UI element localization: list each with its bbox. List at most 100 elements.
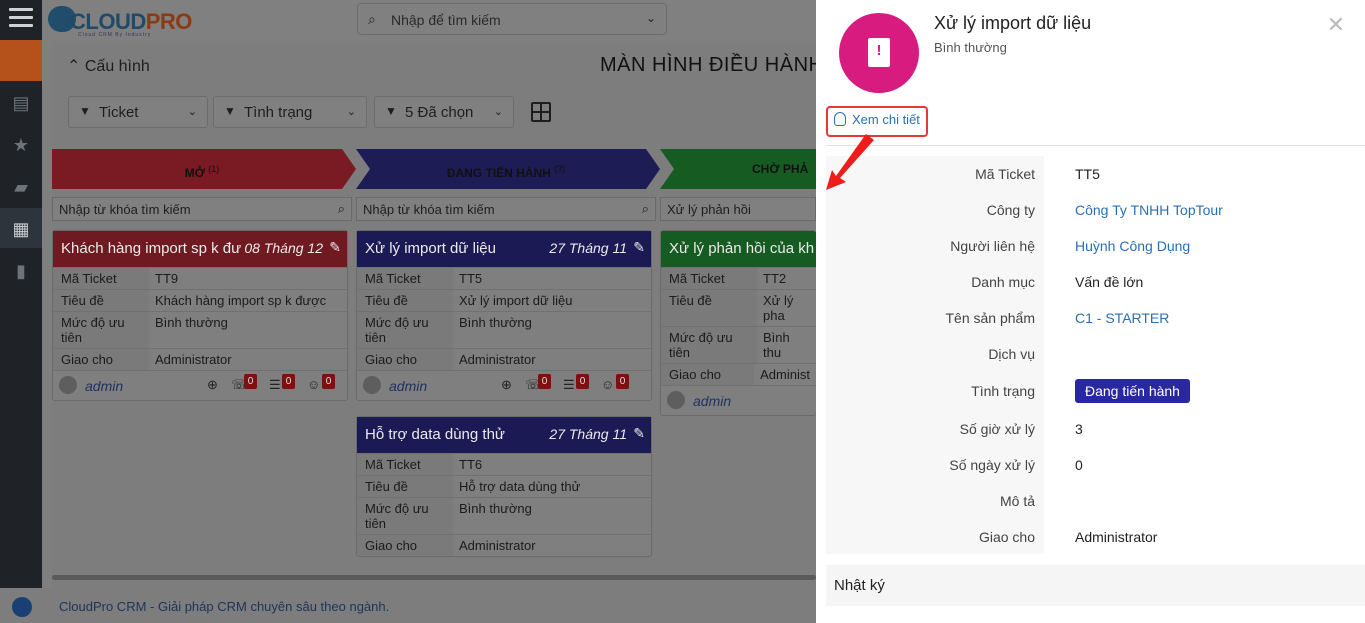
edit-icon[interactable]: ✎	[633, 239, 645, 256]
cloudpro-logo[interactable]: CLOUDPRO Cloud CRM By Industry	[48, 4, 208, 38]
activity-log-header[interactable]: Nhật ký	[826, 565, 1365, 606]
card-row: Mã Ticket TT6	[357, 453, 651, 475]
card-row: Giao cho Administrator	[53, 348, 347, 370]
edit-icon[interactable]: ✎	[633, 425, 645, 442]
detail-label: Danh mục	[971, 274, 1035, 290]
ticket-card[interactable]: Xử lý import dữ liệu 27 Tháng 11 ✎ Mã Ti…	[356, 230, 652, 401]
folder-icon[interactable]: ▰	[10, 176, 32, 198]
meeting-count-badge: 0	[616, 374, 629, 389]
messenger-icon[interactable]	[12, 597, 32, 617]
card-row: Mã Ticket TT9	[53, 267, 347, 289]
grid-view-icon[interactable]	[531, 102, 551, 122]
close-icon[interactable]: ✕	[1327, 12, 1345, 38]
config-toggle[interactable]: ⌃ Cấu hình	[67, 56, 150, 76]
filter-label: Tình trạng	[244, 104, 313, 121]
detail-value[interactable]: Công Ty TNHH TopTour	[1075, 202, 1223, 218]
card-user[interactable]: admin	[389, 378, 427, 394]
add-icon[interactable]: ⊕	[501, 377, 512, 393]
field-label: Tiêu đề	[53, 290, 149, 311]
star-icon[interactable]: ★	[10, 134, 32, 156]
card-date: 27 Tháng 11	[549, 240, 627, 256]
field-value: Bình thường	[459, 315, 532, 330]
field-label: Tiêu đề	[357, 290, 453, 311]
column-search-input[interactable]: Nhập từ khóa tìm kiếm ⌕	[356, 197, 656, 221]
checklist-icon[interactable]: ☰	[563, 377, 575, 393]
stage-label: MỞ	[184, 166, 205, 180]
field-value: Administrator	[459, 538, 536, 553]
card-footer: admin ⊕ ☏ 0 ☰ 0 ☺ 0	[53, 370, 347, 400]
detail-value: Administrator	[1075, 529, 1158, 545]
field-label: Giao cho	[661, 364, 755, 385]
field-value: Xử lý pha	[763, 293, 794, 323]
add-icon[interactable]: ⊕	[207, 377, 218, 393]
field-value: TT9	[155, 271, 179, 286]
field-label: Mã Ticket	[661, 268, 757, 289]
filter-module[interactable]: ▼ Ticket ⌄	[68, 96, 208, 128]
menu-icon[interactable]	[9, 8, 33, 30]
status-badge: Đang tiến hành	[1075, 379, 1190, 403]
field-label: Mức độ ưu tiên	[357, 498, 453, 534]
ticket-card[interactable]: Hỗ trợ data dùng thử 27 Tháng 11 ✎ Mã Ti…	[356, 416, 652, 557]
field-value: Administrator	[459, 352, 536, 367]
sidebar-accent	[0, 40, 42, 81]
column-search-placeholder: Nhập từ khóa tìm kiếm	[59, 202, 191, 217]
brand-name-a: CLOUD	[70, 9, 146, 34]
detail-value[interactable]: Huỳnh Công Dụng	[1075, 238, 1190, 254]
filter-status[interactable]: ▼ Tình trạng ⌄	[213, 96, 367, 128]
detail-label: Tên sản phẩm	[945, 310, 1036, 326]
card-header[interactable]: Xử lý phản hồi của kh	[661, 231, 816, 267]
card-row: Mức độ ưu tiên Bình thường	[53, 311, 347, 348]
chevron-down-icon[interactable]: ⌄	[646, 11, 656, 25]
column-search-input[interactable]: Xử lý phản hồi	[660, 197, 816, 221]
horizontal-scrollbar[interactable]	[52, 575, 816, 580]
stage-label: ĐANG TIẾN HÀNH	[446, 166, 551, 180]
detail-value: Vấn đề lớn	[1075, 274, 1144, 290]
card-title: Hỗ trợ data dùng thử	[365, 426, 505, 443]
avatar	[363, 376, 381, 394]
footer-bar: CloudPro CRM - Giải pháp CRM chuyên sâu …	[0, 588, 816, 623]
document-alert-icon: !	[868, 38, 890, 67]
field-label: Mức độ ưu tiên	[357, 312, 453, 348]
ticket-card[interactable]: Xử lý phản hồi của kh Mã Ticket TT2 Tiêu …	[660, 230, 816, 416]
search-input[interactable]: ⌕ Nhập để tìm kiếm ⌄	[357, 3, 667, 35]
detail-label: Mã Ticket	[975, 166, 1035, 182]
stage-waiting-label: CHỜ PHẢ	[752, 149, 816, 189]
card-header[interactable]: Xử lý import dữ liệu 27 Tháng 11 ✎	[357, 231, 651, 267]
brand-name-b: PRO	[145, 9, 193, 34]
card-row: Mức độ ưu tiên Bình thường	[357, 497, 651, 534]
card-date: 08 Tháng 12	[244, 240, 323, 256]
users-icon[interactable]: ☺	[307, 377, 320, 392]
detail-value[interactable]: C1 - STARTER	[1075, 310, 1169, 326]
card-date: 27 Tháng 11	[549, 426, 627, 442]
card-row: Giao cho Administ	[661, 363, 816, 385]
checklist-icon[interactable]: ☰	[269, 377, 281, 393]
stage-open-label: MỞ (1)	[52, 149, 352, 189]
card-row: Tiêu đề Xử lý pha	[661, 289, 816, 326]
field-value: TT6	[459, 457, 483, 472]
ticket-card[interactable]: Khách hàng import sp k đư... 08 Tháng 12…	[52, 230, 348, 401]
detail-label: Số ngày xử lý	[949, 457, 1035, 473]
detail-label: Công ty	[986, 202, 1035, 218]
detail-row: Danh mục Vấn đề lớn	[826, 274, 1365, 294]
card-header[interactable]: Khách hàng import sp k đư... 08 Tháng 12…	[53, 231, 347, 267]
config-label: Cấu hình	[84, 58, 150, 75]
field-value: TT2	[763, 271, 787, 286]
card-title: Xử lý phản hồi của kh	[669, 240, 815, 257]
layout-icon[interactable]: ▦	[10, 218, 32, 240]
panel-subtitle: Bình thường	[934, 40, 1007, 55]
card-user[interactable]: admin	[85, 378, 123, 394]
detail-row: Công ty Công Ty TNHH TopTour	[826, 202, 1365, 222]
trash-icon[interactable]: ▮	[10, 260, 32, 282]
page-title: MÀN HÌNH ĐIỀU HÀNH	[600, 54, 824, 76]
card-header[interactable]: Hỗ trợ data dùng thử 27 Tháng 11 ✎	[357, 417, 651, 453]
detail-label: Số giờ xử lý	[959, 421, 1035, 437]
stage-in-progress-label: ĐANG TIẾN HÀNH (3)	[356, 149, 656, 189]
chevron-down-icon: ⌄	[346, 106, 356, 118]
users-icon[interactable]: ☺	[601, 377, 614, 392]
edit-icon[interactable]: ✎	[329, 239, 341, 256]
column-search-input[interactable]: Nhập từ khóa tìm kiếm ⌕	[52, 197, 352, 221]
filter-selected[interactable]: ▼ 5 Đã chọn ⌄	[374, 96, 514, 128]
contacts-icon[interactable]: ▤	[10, 92, 32, 114]
card-user[interactable]: admin	[693, 393, 731, 409]
detail-row: Số giờ xử lý 3	[826, 421, 1365, 441]
